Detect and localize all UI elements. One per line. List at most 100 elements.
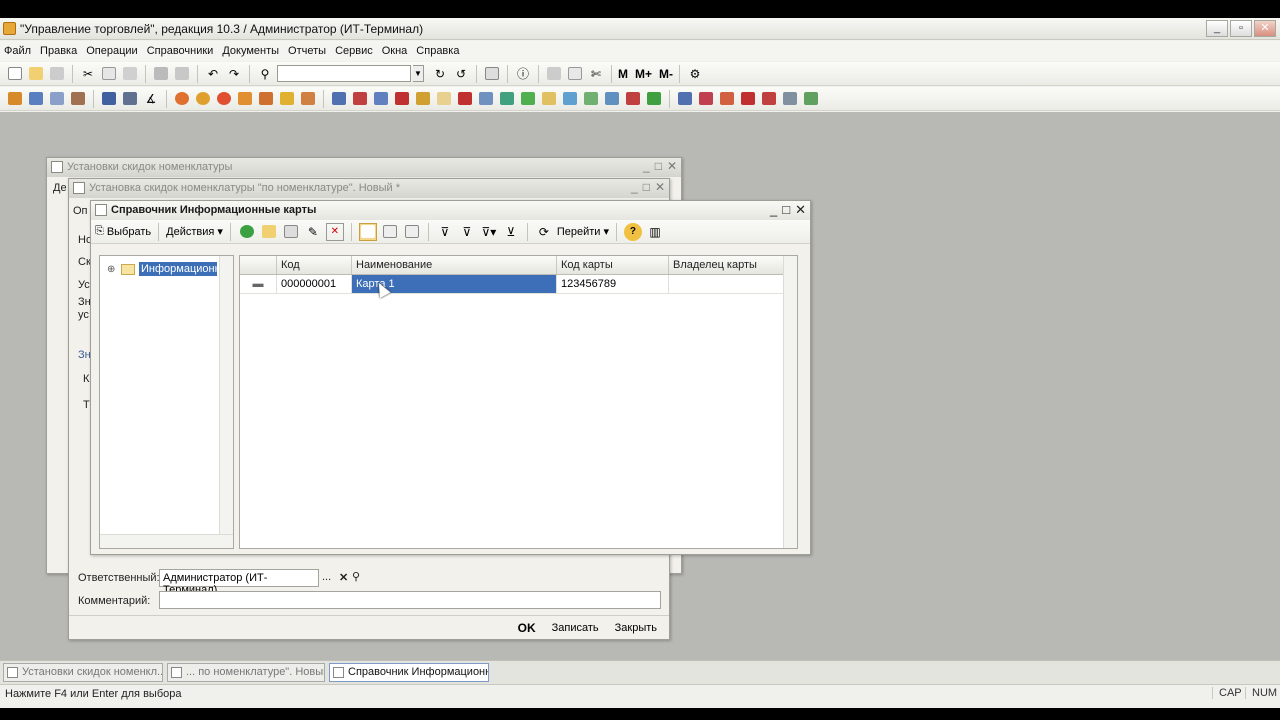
redo-icon[interactable]: ↷ bbox=[225, 65, 243, 83]
doc-icon-16[interactable] bbox=[351, 90, 369, 108]
memory-plus-button[interactable]: M+ bbox=[635, 65, 652, 83]
doc-icon-26[interactable] bbox=[561, 90, 579, 108]
responsible-field[interactable]: Администратор (ИТ-Терминал) bbox=[159, 569, 319, 596]
taskbar-item-discounts-list[interactable]: Установки скидок номенкл... bbox=[3, 663, 163, 682]
col-owner-header[interactable]: Владелец карты bbox=[669, 256, 784, 274]
doc-icon-7[interactable]: ∡ bbox=[142, 90, 160, 108]
open-magnifier-icon[interactable]: ⚲ bbox=[352, 570, 360, 583]
ok-button[interactable]: OK bbox=[512, 618, 542, 638]
groups-tree[interactable]: ⊕ Информационные карты bbox=[99, 255, 234, 549]
open-folder-icon[interactable] bbox=[27, 65, 45, 83]
col-card-code-header[interactable]: Код карты bbox=[557, 256, 669, 274]
doc-icon-9[interactable] bbox=[194, 90, 212, 108]
close-button[interactable]: ✕ bbox=[1254, 20, 1276, 37]
menu-reports[interactable]: Отчеты bbox=[288, 45, 326, 57]
refresh-icon[interactable]: ⟳ bbox=[535, 223, 553, 241]
menu-operations[interactable]: Операции bbox=[86, 45, 137, 57]
edit-icon[interactable]: ✎ bbox=[304, 223, 322, 241]
search-dropdown-icon[interactable]: ▼ bbox=[413, 65, 424, 82]
doc-icon-34[interactable] bbox=[739, 90, 757, 108]
tab-doc[interactable]: Де bbox=[53, 182, 67, 194]
maximize-icon[interactable]: □ bbox=[782, 202, 790, 218]
menu-edit[interactable]: Правка bbox=[40, 45, 77, 57]
doc-icon-11[interactable] bbox=[236, 90, 254, 108]
close-dialog-button[interactable]: Закрыть bbox=[609, 619, 663, 637]
undo-icon[interactable]: ↶ bbox=[204, 65, 222, 83]
doc-icon-14[interactable] bbox=[299, 90, 317, 108]
cell-code[interactable]: 000000001 bbox=[277, 275, 352, 293]
menu-windows[interactable]: Окна bbox=[382, 45, 408, 57]
table-row[interactable]: ▬ 000000001 Карта 1 123456789 bbox=[240, 275, 784, 294]
info-icon[interactable]: ⓘ bbox=[514, 65, 532, 83]
cell-owner[interactable] bbox=[669, 275, 784, 293]
doc-icon-5[interactable] bbox=[100, 90, 118, 108]
doc-icon-32[interactable] bbox=[697, 90, 715, 108]
print-preview-icon[interactable] bbox=[173, 65, 191, 83]
doc-icon-22[interactable] bbox=[477, 90, 495, 108]
clear-filter-icon[interactable]: ⊻ bbox=[502, 223, 520, 241]
doc-icon-25[interactable] bbox=[540, 90, 558, 108]
minimize-icon[interactable]: _ bbox=[770, 202, 777, 218]
doc-icon-37[interactable] bbox=[802, 90, 820, 108]
filter-value-icon[interactable]: ⊽ bbox=[458, 223, 476, 241]
memory-button[interactable]: M bbox=[618, 65, 628, 83]
tree-vertical-scrollbar[interactable] bbox=[219, 256, 233, 548]
windows-icon[interactable] bbox=[483, 65, 501, 83]
taskbar-item-discount-doc[interactable]: ... по номенклатуре". Новый * bbox=[167, 663, 325, 682]
level-up-icon[interactable] bbox=[403, 223, 421, 241]
doc-icon-1[interactable] bbox=[6, 90, 24, 108]
doc-icon-4[interactable] bbox=[69, 90, 87, 108]
menu-catalogs[interactable]: Справочники bbox=[147, 45, 214, 57]
move-to-group-icon[interactable] bbox=[381, 223, 399, 241]
doc-icon-21[interactable] bbox=[456, 90, 474, 108]
print-icon[interactable] bbox=[152, 65, 170, 83]
hierarchy-icon[interactable] bbox=[358, 222, 377, 241]
add-icon[interactable] bbox=[238, 223, 256, 241]
doc-icon-30[interactable] bbox=[645, 90, 663, 108]
select-ellipsis-icon[interactable]: ... bbox=[322, 571, 331, 583]
search-icon[interactable]: ⚲ bbox=[256, 65, 274, 83]
doc-icon-28[interactable] bbox=[603, 90, 621, 108]
doc-icon-12[interactable] bbox=[257, 90, 275, 108]
close-icon[interactable]: ✕ bbox=[667, 159, 677, 173]
paste-icon[interactable] bbox=[121, 65, 139, 83]
minimize-button[interactable]: _ bbox=[1206, 20, 1228, 37]
maximize-icon[interactable]: □ bbox=[655, 159, 662, 173]
doc-icon-15[interactable] bbox=[330, 90, 348, 108]
memory-minus-button[interactable]: M- bbox=[659, 65, 673, 83]
ops-label[interactable]: Оп bbox=[73, 205, 88, 217]
doc-icon-29[interactable] bbox=[624, 90, 642, 108]
filter-icon[interactable]: ⊽ bbox=[436, 223, 454, 241]
filter-menu-icon[interactable]: ⊽▾ bbox=[480, 223, 498, 241]
doc-icon-33[interactable] bbox=[718, 90, 736, 108]
barcode-icon[interactable]: ▥ bbox=[646, 223, 664, 241]
close-icon[interactable]: ✕ bbox=[655, 180, 665, 194]
col-code-header[interactable]: Код bbox=[277, 256, 352, 274]
doc-icon-23[interactable] bbox=[498, 90, 516, 108]
maximize-button[interactable]: ▫ bbox=[1230, 20, 1252, 37]
cards-table[interactable]: Код Наименование Код карты Владелец карт… bbox=[239, 255, 798, 549]
calc-icon[interactable] bbox=[545, 65, 563, 83]
doc-icon-19[interactable] bbox=[414, 90, 432, 108]
save-button[interactable]: Записать bbox=[546, 619, 605, 637]
minimize-icon[interactable]: _ bbox=[643, 159, 650, 173]
copy-icon[interactable] bbox=[100, 65, 118, 83]
select-button[interactable]: ⎘ Выбрать bbox=[95, 225, 151, 238]
scissors-tool-icon[interactable]: ✄ bbox=[587, 65, 605, 83]
actions-menu-button[interactable]: Действия ▾ bbox=[166, 225, 223, 239]
comment-field[interactable] bbox=[159, 591, 661, 609]
doc-icon-3[interactable] bbox=[48, 90, 66, 108]
clear-icon[interactable]: ✕ bbox=[339, 571, 348, 584]
doc-icon-13[interactable] bbox=[278, 90, 296, 108]
cut-icon[interactable]: ✂ bbox=[79, 65, 97, 83]
expand-icon[interactable]: ⊕ bbox=[107, 264, 117, 275]
delete-icon[interactable]: ✕ bbox=[325, 222, 344, 241]
doc-icon-6[interactable] bbox=[121, 90, 139, 108]
tree-horizontal-scrollbar[interactable] bbox=[100, 534, 233, 548]
add-folder-icon[interactable] bbox=[260, 223, 278, 241]
doc-icon-18[interactable] bbox=[393, 90, 411, 108]
find-prev-icon[interactable]: ↺ bbox=[452, 65, 470, 83]
save-icon[interactable] bbox=[48, 65, 66, 83]
copy-item-icon[interactable] bbox=[282, 223, 300, 241]
menu-help[interactable]: Справка bbox=[416, 45, 459, 57]
